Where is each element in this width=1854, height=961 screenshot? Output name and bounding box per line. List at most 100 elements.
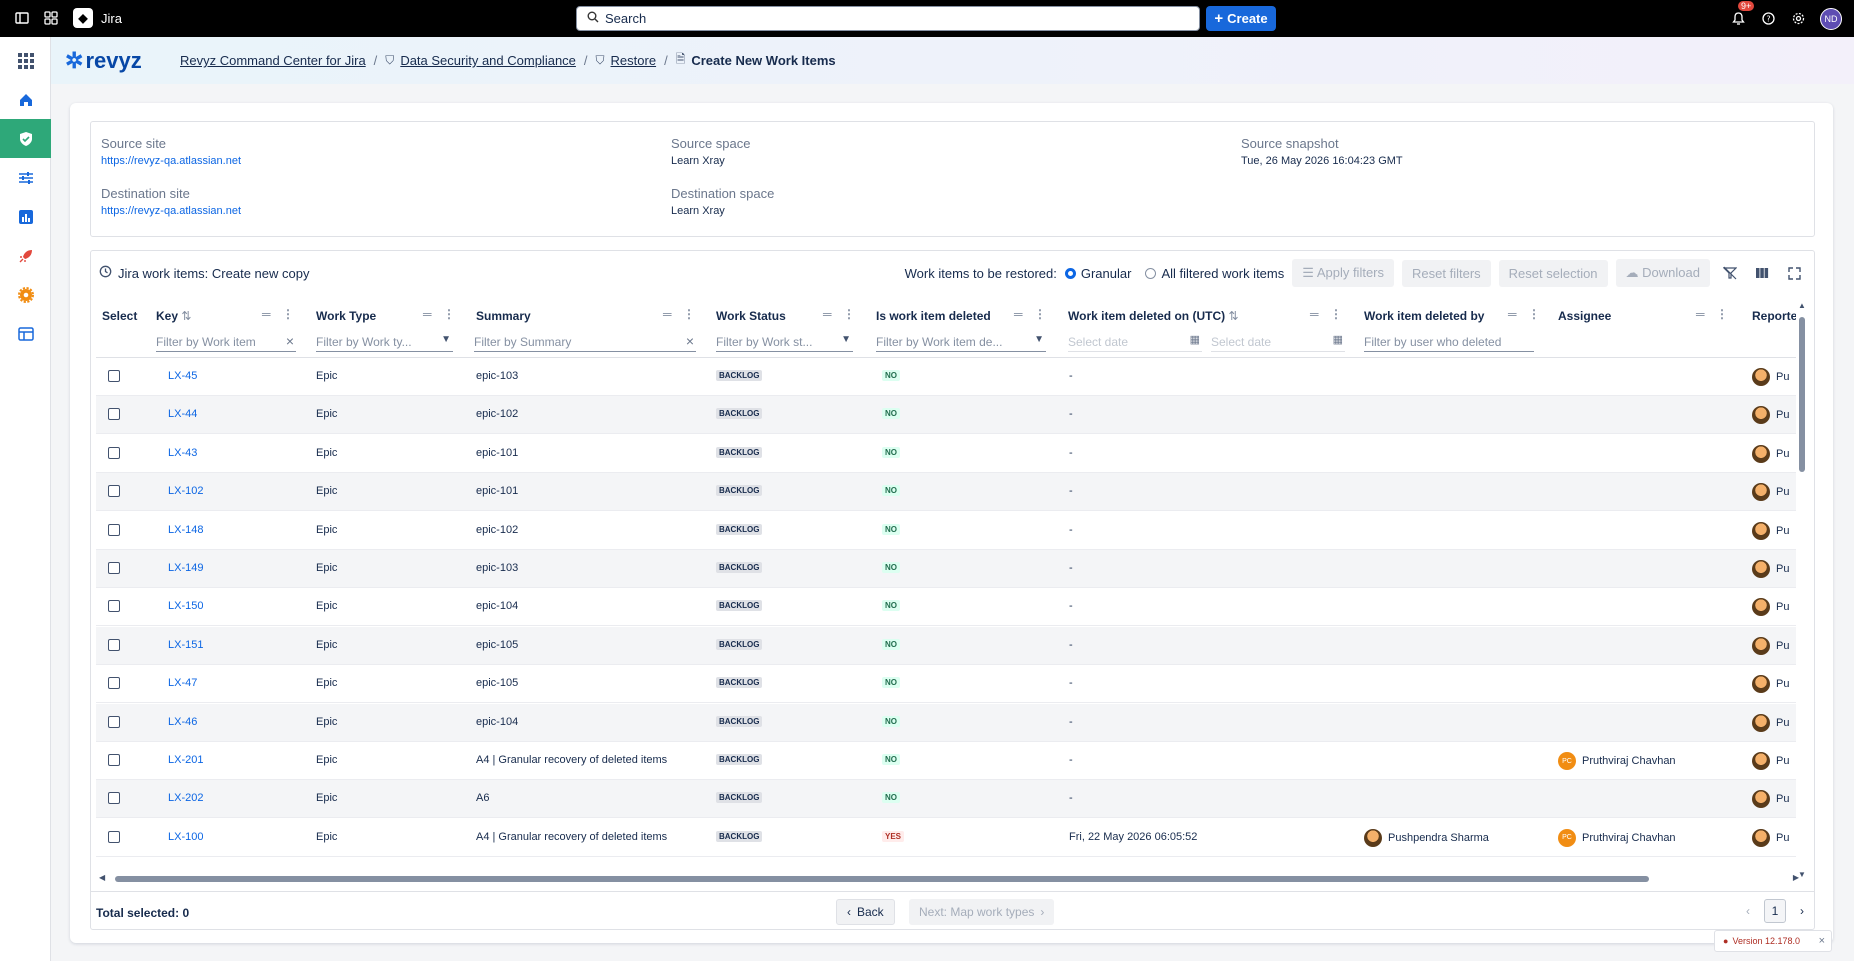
drag-handle-icon[interactable]: ═ <box>663 307 672 321</box>
drag-handle-icon[interactable]: ═ <box>823 307 832 321</box>
download-button[interactable]: ☁ Download <box>1615 259 1710 287</box>
columns-icon[interactable] <box>1750 261 1774 285</box>
col-key[interactable]: Key ⇅ <box>156 309 191 323</box>
table-row[interactable]: LX-201 Epic A4 | Granular recovery of dele… <box>96 742 1796 780</box>
create-button[interactable]: + Create <box>1206 6 1276 31</box>
drag-handle-icon[interactable]: ═ <box>1696 307 1705 321</box>
work-item-key-link[interactable]: LX-43 <box>168 447 197 459</box>
column-menu-icon[interactable]: ⋮ <box>1034 307 1046 321</box>
table-row[interactable]: LX-148 Epic epic-102 BACKLOG NO - Pu <box>96 512 1796 550</box>
drag-handle-icon[interactable]: ═ <box>1014 307 1023 321</box>
is-deleted-filter-select[interactable]: Filter by Work item de... ▼ <box>876 332 1046 352</box>
revyz-logo[interactable]: ✲ revyz <box>65 48 165 74</box>
col-reporter[interactable]: Reporte <box>1752 309 1796 323</box>
col-work-status[interactable]: Work Status <box>716 309 786 323</box>
table-row[interactable]: LX-47 Epic epic-105 BACKLOG NO - Pu <box>96 665 1796 704</box>
table-row[interactable]: LX-100 Epic A4 | Granular recovery of dele… <box>96 819 1796 857</box>
close-icon[interactable]: × <box>1819 935 1825 947</box>
work-item-key-link[interactable]: LX-102 <box>168 485 203 497</box>
table-row[interactable]: LX-46 Epic epic-104 BACKLOG NO - Pu <box>96 703 1796 742</box>
apply-filters-button[interactable]: ☰ Apply filters <box>1292 259 1395 287</box>
scroll-right-icon[interactable]: ▶ <box>1793 873 1799 882</box>
table-row[interactable]: LX-44 Epic epic-102 BACKLOG NO - Pu <box>96 396 1796 435</box>
key-filter-input[interactable]: Filter by Work item × <box>156 332 296 352</box>
col-deleted-by[interactable]: Work item deleted by <box>1364 309 1484 323</box>
column-menu-icon[interactable]: ⋮ <box>1716 307 1728 321</box>
row-checkbox[interactable] <box>108 408 120 421</box>
all-filtered-radio[interactable]: All filtered work items <box>1145 266 1284 281</box>
row-checkbox[interactable] <box>108 754 120 766</box>
col-is-deleted[interactable]: Is work item deleted <box>876 309 991 323</box>
sidebar-toggle-icon[interactable] <box>14 10 30 26</box>
column-menu-icon[interactable]: ⋮ <box>1528 307 1540 321</box>
scroll-down-icon[interactable]: ▼ <box>1798 870 1806 879</box>
scroll-up-icon[interactable]: ▲ <box>1798 301 1806 310</box>
row-checkbox[interactable] <box>108 562 120 574</box>
work-item-key-link[interactable]: LX-202 <box>168 792 203 804</box>
column-menu-icon[interactable]: ⋮ <box>843 307 855 321</box>
help-icon[interactable]: ? <box>1760 11 1776 27</box>
work-item-key-link[interactable]: LX-47 <box>168 677 197 689</box>
table-row[interactable]: LX-43 Epic epic-101 BACKLOG NO - Pu <box>96 435 1796 473</box>
column-menu-icon[interactable]: ⋮ <box>443 307 455 321</box>
work-type-filter-select[interactable]: Filter by Work ty... ▼ <box>316 332 453 352</box>
table-row[interactable]: LX-151 Epic epic-105 BACKLOG NO - Pu <box>96 626 1796 665</box>
col-summary[interactable]: Summary <box>476 309 531 323</box>
work-item-key-link[interactable]: LX-44 <box>168 408 197 420</box>
sidebar-item-table[interactable] <box>0 314 51 353</box>
work-item-key-link[interactable]: LX-201 <box>168 754 203 766</box>
drag-handle-icon[interactable]: ═ <box>423 307 432 321</box>
work-item-key-link[interactable]: LX-46 <box>168 716 197 728</box>
next-page-icon[interactable]: › <box>1800 904 1804 918</box>
notifications-bell-icon[interactable]: 9+ <box>1730 0 1755 27</box>
work-item-key-link[interactable]: LX-150 <box>168 600 203 612</box>
drag-handle-icon[interactable]: ═ <box>1508 307 1517 321</box>
clear-icon[interactable]: × <box>286 333 294 349</box>
row-checkbox[interactable] <box>108 370 120 382</box>
row-checkbox[interactable] <box>108 485 120 498</box>
sidebar-item-settings[interactable] <box>0 275 51 314</box>
work-item-key-link[interactable]: LX-149 <box>168 562 203 574</box>
clear-icon[interactable]: × <box>686 333 694 349</box>
page-number[interactable]: 1 <box>1764 899 1786 923</box>
work-item-key-link[interactable]: LX-151 <box>168 639 203 651</box>
search-input[interactable]: Search <box>576 6 1200 31</box>
settings-gear-icon[interactable] <box>1790 11 1806 27</box>
sidebar-item-reports[interactable] <box>0 197 51 236</box>
drag-handle-icon[interactable]: ═ <box>1310 307 1319 321</box>
col-deleted-on[interactable]: Work item deleted on (UTC) ⇅ <box>1068 309 1239 323</box>
row-checkbox[interactable] <box>108 792 120 805</box>
table-row[interactable]: LX-102 Epic epic-101 BACKLOG NO - Pu <box>96 473 1796 512</box>
prev-page-icon[interactable]: ‹ <box>1746 904 1750 918</box>
vertical-scrollbar[interactable]: ▲ ▼ <box>1798 301 1806 879</box>
next-map-work-types-button[interactable]: Next: Map work types › <box>909 899 1055 925</box>
row-checkbox[interactable] <box>108 446 120 459</box>
scrollbar-thumb[interactable] <box>1799 317 1805 472</box>
summary-filter-input[interactable]: Filter by Summary × <box>474 332 696 352</box>
date-to-input[interactable]: Select date ▦ <box>1211 332 1345 352</box>
column-menu-icon[interactable]: ⋮ <box>282 307 294 321</box>
source-site-link[interactable]: https://revyz-qa.atlassian.net <box>101 155 241 167</box>
jira-home-link[interactable]: ◆ Jira <box>73 8 122 28</box>
table-row[interactable]: LX-45 Epic epic-103 BACKLOG NO - Pu <box>96 358 1796 396</box>
work-status-filter-select[interactable]: Filter by Work st... ▼ <box>716 332 853 352</box>
breadcrumb-item-command-center[interactable]: Revyz Command Center for Jira <box>180 53 366 68</box>
work-item-key-link[interactable]: LX-45 <box>168 370 197 382</box>
deleted-by-filter-input[interactable]: Filter by user who deleted <box>1364 332 1534 352</box>
drag-handle-icon[interactable]: ═ <box>262 307 271 321</box>
app-switcher-icon[interactable] <box>43 10 59 26</box>
scrollbar-thumb[interactable] <box>115 876 1649 882</box>
column-menu-icon[interactable]: ⋮ <box>683 307 695 321</box>
row-checkbox[interactable] <box>108 677 120 690</box>
row-checkbox[interactable] <box>108 830 120 843</box>
row-checkbox[interactable] <box>108 715 120 728</box>
table-row[interactable]: LX-150 Epic epic-104 BACKLOG NO - Pu <box>96 588 1796 627</box>
granular-radio[interactable]: Granular <box>1064 266 1131 281</box>
sidebar-item-data-security[interactable] <box>0 119 51 158</box>
col-assignee[interactable]: Assignee <box>1558 309 1611 323</box>
clear-filter-icon[interactable] <box>1718 261 1742 285</box>
table-row[interactable]: LX-149 Epic epic-103 BACKLOG NO - Pu <box>96 550 1796 588</box>
destination-site-link[interactable]: https://revyz-qa.atlassian.net <box>101 205 241 217</box>
table-row[interactable]: LX-202 Epic A6 BACKLOG NO - Pu <box>96 780 1796 819</box>
work-item-key-link[interactable]: LX-148 <box>168 524 203 536</box>
